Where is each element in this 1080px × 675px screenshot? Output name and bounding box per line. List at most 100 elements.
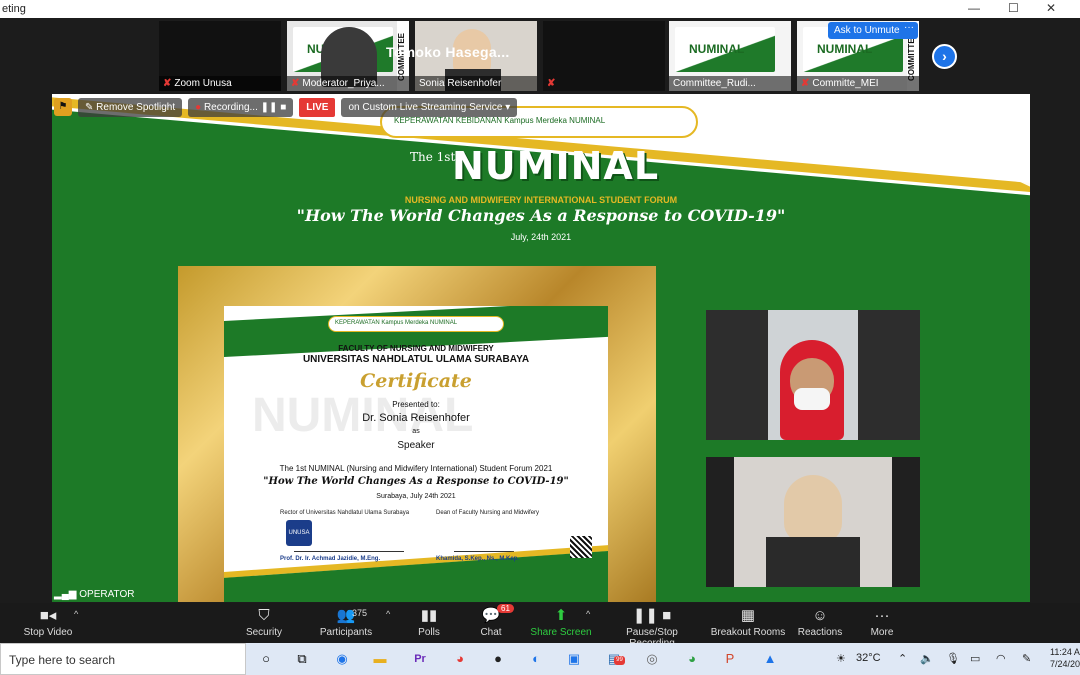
more-options-button[interactable]: ··· [900, 22, 918, 39]
shield-icon: ⛉ [258, 607, 270, 624]
video-thumb-tomoko[interactable]: ✘ [542, 20, 666, 92]
chevron-down-icon: ▾ [505, 101, 511, 113]
window-title: eting [2, 3, 26, 15]
notification-badge: 99 [614, 656, 625, 665]
certificate: KEPERAWATAN Kampus Merdeka NUMINAL NUMIN… [224, 306, 608, 602]
meeting-stage: ✘Zoom Unusa NUMINAL COMMITTEE ✘Moderator… [0, 18, 1080, 603]
signature-right [454, 528, 514, 552]
chat-unread-badge: 61 [497, 604, 514, 613]
certificate-theme: "How The World Changes As a Response to … [263, 476, 569, 487]
signature-left-name: Prof. Dr. Ir. Achmad Jazidie, M.Eng. [280, 556, 381, 562]
shared-screen: KEPERAWATAN KEBIDANAN Kampus Merdeka NUM… [52, 94, 1030, 602]
cortana-icon[interactable]: ○ [256, 650, 276, 668]
premiere-icon[interactable]: Pr [410, 650, 430, 668]
browser-app-icon[interactable]: ◉ [332, 650, 352, 668]
person-body [766, 537, 860, 587]
certificate-as: as [412, 428, 420, 435]
signal-icon: ▂▄▆ [54, 589, 80, 600]
signature-left-title: Rector of Universitas Nahdlatul Ulama Su… [280, 510, 410, 516]
thumb-name: ✘ [543, 76, 665, 91]
pause-stop-recording-button[interactable]: ❚❚ ■Pause/Stop Recording [604, 603, 700, 649]
video-thumb-zoom-unusa[interactable]: ✘ Zoom Unusa [158, 20, 282, 92]
edge-icon[interactable]: ◐ [526, 650, 546, 668]
chat-button[interactable]: 💬 61 Chat [451, 603, 531, 643]
meeting-toolbar: ■◂ Stop Video ^ ⛉ Security 👥 375 Participant… [0, 603, 1080, 649]
shield-icon[interactable]: ⚑ [54, 98, 72, 116]
file-explorer-icon[interactable]: ▬ [370, 650, 390, 668]
security-button[interactable]: ⛉ Security [224, 603, 304, 643]
certificate-presented: Presented to: [392, 400, 440, 409]
taskbar-clock[interactable]: 11:24 A 7/24/20 [1050, 646, 1080, 670]
signature-right-name: Khamida, S.Kep., Ns., M.Kep. [436, 556, 520, 562]
certificate-place-date: Surabaya, July 24th 2021 [376, 493, 456, 500]
breakout-rooms-button[interactable]: ▦ Breakout Rooms [708, 603, 788, 643]
spotlight-icon: ✎ [85, 101, 97, 113]
wifi-icon[interactable]: ◠ [996, 652, 1006, 665]
live-stream-dropdown[interactable]: on Custom Live Streaming Service ▾ [341, 97, 518, 117]
maximize-icon[interactable]: ☐ [1008, 1, 1019, 15]
taskbar-search-input[interactable]: Type here to search [0, 643, 246, 675]
recording-indicator[interactable]: ● Recording... ❚❚ ■ [188, 97, 294, 117]
thumb-name: ✘ Zoom Unusa [159, 76, 281, 91]
remove-spotlight-button[interactable]: ✎ Remove Spotlight [78, 97, 183, 117]
powerpoint-icon[interactable]: P [720, 650, 740, 668]
close-icon[interactable]: ✕ [1046, 1, 1056, 15]
certificate-heading: Certificate [360, 370, 472, 392]
face-mask [794, 388, 830, 410]
thumb-name: ✘ Moderator_Priya... [287, 76, 409, 91]
temperature[interactable]: 32°C [856, 652, 881, 664]
next-page-button[interactable]: › [932, 44, 957, 69]
grid-icon: ▦ [740, 607, 756, 624]
qr-code [570, 536, 592, 558]
minimize-icon[interactable]: — [968, 1, 980, 15]
banner-date: July, 24th 2021 [510, 232, 572, 242]
certificate-university: UNIVERSITAS NAHDLATUL ULAMA SURABAYA [302, 354, 530, 365]
certificate-event: The 1st NUMINAL (Nursing and Midwifery I… [279, 464, 553, 473]
share-options-caret[interactable]: ^ [586, 609, 590, 619]
clock-date: 7/24/20 [1050, 659, 1080, 669]
participants-count: 375 [352, 608, 368, 618]
task-view-icon[interactable]: ⧉ [292, 650, 312, 668]
muted-mic-icon: ✘ [547, 78, 556, 89]
pause-icon[interactable]: ❚❚ [261, 102, 278, 113]
clock-time: 11:24 A [1050, 647, 1080, 657]
battery-icon[interactable]: ▭ [970, 652, 980, 665]
spotlight-controls: ⚑ ✎ Remove Spotlight ● Recording... ❚❚ ■… [54, 96, 518, 118]
window-titlebar: eting — ☐ ✕ [0, 0, 1080, 18]
signature-left [294, 528, 404, 552]
muted-mic-icon: ✘ [163, 78, 172, 89]
more-button[interactable]: ··· More [842, 603, 922, 643]
image-viewer-icon[interactable]: ▲ [760, 650, 780, 668]
video-tile-speaker-1[interactable] [706, 310, 920, 440]
stop-icon[interactable]: ■ [280, 102, 286, 113]
thumb-name: Sonia Reisenhofer [415, 76, 537, 91]
obs-icon[interactable]: ● [488, 650, 508, 668]
chrome-icon-2[interactable]: ◕ [682, 650, 702, 668]
video-tile-speaker-2[interactable] [706, 457, 920, 587]
weather-icon: ☀ [836, 653, 846, 665]
numinal-mini-slide: NUMINAL [675, 27, 775, 72]
zoom-app-icon[interactable]: ▣ [564, 650, 584, 668]
pen-icon[interactable]: ✎ [1022, 652, 1031, 665]
certificate-faculty: FACULTY OF NURSING AND MIDWIFERY [338, 344, 494, 353]
pause-stop-icon: ❚❚ ■ [632, 607, 672, 624]
thumb-name: Committee_Rudi... [669, 76, 791, 91]
speaker-icon[interactable]: 🔈 [920, 652, 934, 665]
video-options-caret[interactable]: ^ [74, 609, 78, 619]
video-thumb-committee-rudi[interactable]: NUMINAL Committee_Rudi... [668, 20, 792, 92]
tray-expand-icon[interactable]: ⌃ [898, 652, 907, 665]
chrome-icon-1[interactable]: ◕ [450, 650, 470, 668]
participants-button[interactable]: 👥 375 Participants [306, 603, 386, 643]
ask-to-unmute-button[interactable]: Ask to Unmute [828, 22, 906, 39]
participants-icon: 👥 [336, 607, 356, 624]
chevron-right-icon: › [942, 48, 947, 64]
live-badge[interactable]: LIVE [299, 97, 336, 117]
record-icon: ● [195, 101, 204, 113]
microphone-icon[interactable]: 🎙 [946, 652, 960, 665]
banner-the-1st: The 1st [410, 150, 456, 164]
banner-subtitle: NURSING AND MIDWIFERY INTERNATIONAL STUD… [404, 195, 678, 205]
app-icon[interactable]: ◎ [642, 650, 662, 668]
chat-bubble-icon: 💬 [481, 607, 501, 624]
banner-title: NUMINAL [452, 144, 660, 188]
signature-right-title: Dean of Faculty Nursing and Midwifery [436, 510, 540, 516]
